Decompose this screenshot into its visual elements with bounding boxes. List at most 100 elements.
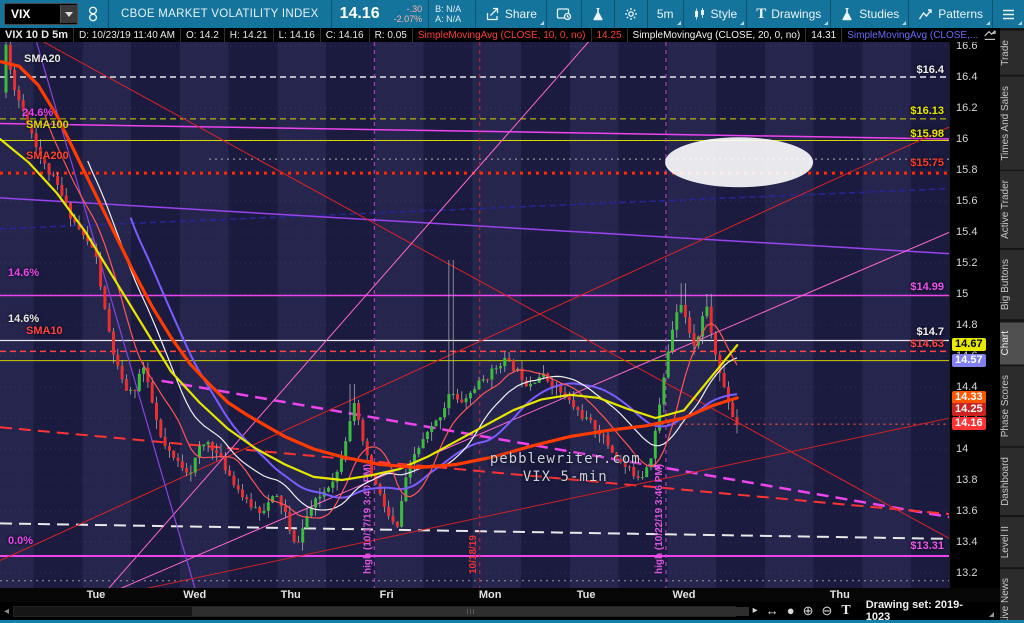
ask-value: A: N/A — [435, 14, 462, 24]
candle-body — [714, 332, 717, 355]
chart-plot-area[interactable]: high (10/17/19 3:40 PM) 10/18/19 high (10/… — [0, 42, 950, 588]
chart-scrollbar[interactable] — [13, 605, 750, 617]
candle-body — [636, 476, 640, 479]
text-note-icon[interactable]: T — [836, 603, 855, 619]
level-label-right: $15.75 — [910, 157, 945, 169]
link-color-button[interactable] — [78, 0, 108, 28]
price-tick: 14.8 — [956, 319, 978, 331]
fit-width-icon[interactable]: ↔ — [762, 602, 783, 620]
time-tick: Mon — [478, 589, 502, 601]
time-axis[interactable]: Tue Wed Thu Fri Mon Tue Wed Thu — [0, 588, 1000, 602]
scrollbar-thumb[interactable] — [192, 606, 750, 616]
candle-body — [266, 502, 270, 511]
price-axis[interactable]: 16.6 16.4 16.2 16 15.8 15.6 15.4 15.2 15 14.8 14.6… — [949, 42, 1000, 588]
ondemand-icon — [556, 8, 572, 21]
time-tick: Tue — [576, 589, 596, 601]
sidebar-tab-level-ii[interactable]: Level II — [1000, 517, 1024, 568]
candle-body — [632, 467, 636, 477]
time-tick: Wed — [672, 589, 696, 601]
price-badge: 14.16 — [952, 417, 986, 431]
price-tick: 16.2 — [956, 102, 978, 114]
symbol-dropdown[interactable]: VIX — [4, 3, 78, 25]
level-label-right: $16.4 — [916, 64, 945, 76]
candle-body — [155, 402, 158, 420]
session-band — [521, 42, 570, 588]
candle-body — [296, 541, 300, 543]
candle-body — [486, 379, 490, 381]
candle-body — [679, 305, 683, 313]
sidebar-tab-big-buttons[interactable]: Big Buttons — [1000, 250, 1024, 320]
sidebar-tab-dashboard[interactable]: Dashboard — [1000, 448, 1024, 516]
patterns-icon — [919, 8, 932, 19]
scroll-left-icon[interactable]: ◂ — [0, 606, 13, 617]
candle-body — [262, 510, 266, 514]
sidebar-tab-phase-scores[interactable]: Phase Scores — [1000, 365, 1024, 447]
price-tick: 15.4 — [956, 226, 978, 238]
candle-body — [460, 399, 464, 403]
patterns-button[interactable]: Patterns — [909, 0, 992, 28]
sidebar-tab-times-and-sales[interactable]: Times And Sales — [1000, 76, 1024, 170]
ondemand-button[interactable] — [547, 0, 581, 28]
session-band — [423, 42, 473, 588]
sidebar-tab-trade[interactable]: Trade — [1000, 31, 1024, 75]
candle-style-icon — [694, 8, 704, 20]
bid-value: B: N/A — [435, 4, 462, 14]
drawing-set-dropdown-icon[interactable] — [989, 611, 994, 617]
chart-canvas[interactable]: high (10/17/19 3:40 PM) 10/18/19 high (10/… — [0, 42, 950, 588]
chart-symbol-timeframe: VIX 10 D 5m — [0, 28, 74, 42]
share-icon — [486, 7, 498, 21]
sidebar-tab-live-news[interactable]: Live News — [1000, 569, 1024, 620]
candle-body — [709, 306, 713, 333]
drawings-button[interactable]: T Drawings — [747, 0, 830, 28]
candle-body — [288, 512, 292, 531]
candle-body — [395, 521, 399, 527]
sidebar-tab-chart[interactable]: Chart — [1000, 321, 1024, 364]
price-tick: 15.8 — [956, 164, 978, 176]
time-tick: Thu — [280, 589, 301, 601]
candle-body — [245, 497, 249, 500]
time-tick: Tue — [86, 589, 106, 601]
last-price: 14.16 — [339, 5, 380, 22]
candle-body — [602, 434, 606, 436]
level-label-left: SMA10 — [26, 325, 63, 338]
pan-right-icon[interactable]: ▸ — [749, 602, 762, 620]
candle-body — [425, 431, 429, 440]
candle-body — [533, 382, 537, 384]
zoom-out-icon[interactable]: ⊖ — [817, 602, 836, 620]
ohlc-high: H: 14.21 — [225, 28, 274, 42]
zoom-in-icon[interactable]: ⊕ — [799, 602, 818, 620]
analyze-button[interactable] — [582, 0, 614, 28]
timeframe-button[interactable]: 5m — [648, 0, 683, 28]
style-button[interactable]: Style — [684, 0, 747, 28]
level-label-left: SMA20 — [24, 52, 61, 65]
candle-body — [421, 439, 425, 449]
candle-body — [314, 498, 318, 508]
settings-button[interactable] — [615, 0, 647, 28]
chart-menu-button[interactable] — [993, 0, 1024, 28]
vertical-line-label: high (10/22/19 3:46 PM) — [654, 464, 665, 574]
candle-body — [443, 408, 447, 418]
candle-body — [430, 426, 434, 432]
level-label-right: $14.7 — [916, 325, 945, 338]
symbol-dropdown-button[interactable] — [60, 5, 77, 23]
price-change: -.30 -2.07% — [388, 4, 429, 24]
candle-body — [163, 436, 167, 446]
study-label-sma10[interactable]: SimpleMovingAvg (CLOSE, 10, 0, no) — [413, 28, 592, 42]
auto-center-icon[interactable]: ● — [783, 602, 799, 620]
candle-body — [284, 506, 287, 513]
candle-body — [150, 382, 154, 403]
level-label-left: SMA200 — [26, 150, 69, 163]
candle-body — [511, 360, 515, 371]
share-button[interactable]: Share — [476, 0, 546, 28]
price-scale-settings-icon[interactable] — [983, 29, 997, 42]
study-label-sma3[interactable]: SimpleMovingAvg (CLOSE,... — [842, 28, 983, 42]
ellipse-annotation[interactable] — [665, 137, 814, 188]
candle-body — [13, 69, 17, 91]
sidebar-tab-active-trader[interactable]: Active Trader — [1000, 171, 1024, 249]
chart-panel: VIX 10 D 5m D: 10/23/19 11:40 AM O: 14.2… — [0, 28, 1000, 623]
studies-button[interactable]: Studies — [831, 0, 908, 28]
candle-body — [653, 430, 657, 459]
share-label: Share — [504, 7, 537, 21]
candle-body — [275, 495, 279, 497]
study-label-sma20[interactable]: SimpleMovingAvg (CLOSE, 20, 0, no) — [628, 28, 807, 42]
